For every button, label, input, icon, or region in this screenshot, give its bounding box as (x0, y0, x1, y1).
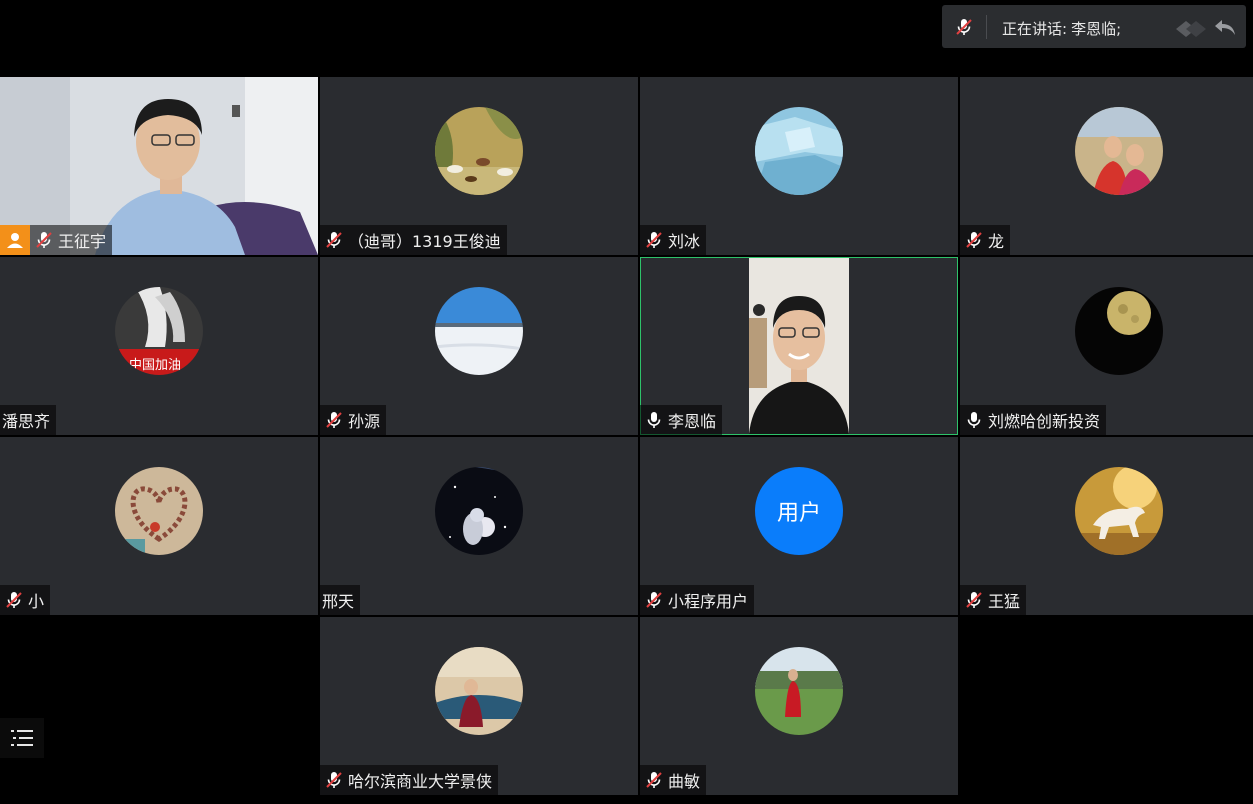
participant-tile[interactable]: 小 (0, 437, 318, 615)
participant-tile-active-speaker[interactable]: 李恩临 (640, 257, 958, 435)
participant-name-tag: 王猛 (960, 585, 1027, 615)
participant-name-tag: （迪哥）1319王俊迪 (320, 225, 507, 255)
participant-tile[interactable]: 龙 (960, 77, 1253, 255)
participant-tile[interactable]: 刘燃哈创新投资 (960, 257, 1253, 435)
participant-name-tag: 曲敏 (640, 765, 707, 795)
participant-name: 王征宇 (58, 232, 107, 251)
participant-name-tag: 潘思齐 (0, 405, 57, 435)
list-icon (11, 730, 33, 746)
participant-name: 曲敏 (668, 772, 701, 791)
participant-avatar (1075, 467, 1163, 555)
participant-tile[interactable]: 曲敏 (640, 617, 958, 795)
mic-on-icon (644, 410, 664, 430)
mic-muted-icon (4, 590, 24, 610)
speaking-text: 正在讲话: 李恩临; (998, 18, 1121, 39)
participant-name-tag: 刘燃哈创新投资 (960, 405, 1107, 435)
participant-name-tag: 邢天 (320, 585, 361, 615)
participant-avatar (435, 287, 523, 375)
member-list-button[interactable] (0, 718, 44, 758)
speaking-indicator-bar: 正在讲话: 李恩临; (942, 5, 1246, 48)
participant-name: 小程序用户 (668, 592, 749, 611)
participant-tile[interactable]: 用户 小程序用户 (640, 437, 958, 615)
return-arrow-icon[interactable] (1212, 17, 1238, 37)
speaking-label: 正在讲话: (1002, 20, 1068, 38)
participant-name-tag: 小 (0, 585, 51, 615)
participant-avatar (755, 647, 843, 735)
participant-avatar (435, 107, 523, 195)
participant-name: 小 (28, 592, 45, 611)
participant-avatar (435, 647, 523, 735)
participant-avatar (1075, 107, 1163, 195)
participant-name: 王猛 (988, 592, 1021, 611)
participant-name: （迪哥）1319王俊迪 (348, 232, 501, 251)
participant-name: 刘冰 (668, 232, 701, 251)
mic-muted-icon (644, 590, 664, 610)
participant-tile[interactable]: 刘冰 (640, 77, 958, 255)
participant-name-tag: 哈尔滨商业大学景侠 (320, 765, 499, 795)
participant-tile[interactable]: 王猛 (960, 437, 1253, 615)
mic-muted-icon (324, 410, 344, 430)
participant-name: 潘思齐 (2, 412, 51, 431)
participant-tile[interactable]: 哈尔滨商业大学景侠 (320, 617, 638, 795)
participant-tile[interactable]: 孙源 (320, 257, 638, 435)
participant-avatar (755, 107, 843, 195)
participant-avatar (1075, 287, 1163, 375)
participant-tile[interactable]: 邢天 (320, 437, 638, 615)
participant-name-tag: 王征宇 (0, 225, 113, 255)
speaking-names: 李恩临; (1071, 20, 1122, 38)
participant-tile[interactable]: 中国加油 潘思齐 (0, 257, 318, 435)
divider (986, 15, 987, 39)
mic-on-icon (964, 410, 984, 430)
mic-muted-icon[interactable] (954, 17, 974, 37)
mic-muted-icon (324, 770, 344, 790)
mic-muted-icon (964, 590, 984, 610)
participant-avatar: 中国加油 (115, 287, 203, 375)
mic-muted-icon (644, 230, 664, 250)
participant-tile[interactable]: （迪哥）1319王俊迪 (320, 77, 638, 255)
participant-name-tag: 小程序用户 (640, 585, 755, 615)
mic-muted-icon (34, 230, 54, 250)
participant-tile[interactable]: 王征宇 (0, 77, 318, 255)
participant-name: 龙 (988, 232, 1005, 251)
participant-name: 邢天 (322, 592, 355, 611)
app-logo-icon (1176, 21, 1206, 37)
participant-avatar: 用户 (755, 467, 843, 555)
participant-name: 刘燃哈创新投资 (988, 412, 1101, 431)
participant-avatar (435, 467, 523, 555)
participant-name: 孙源 (348, 412, 381, 431)
participant-name: 李恩临 (668, 412, 717, 431)
participant-name-tag: 刘冰 (640, 225, 707, 255)
participant-name-tag: 李恩临 (640, 405, 723, 435)
host-badge-icon (0, 225, 30, 255)
participant-avatar (115, 467, 203, 555)
svg-text:中国加油: 中国加油 (129, 358, 181, 373)
mic-muted-icon (324, 230, 344, 250)
mic-muted-icon (964, 230, 984, 250)
participant-name-tag: 孙源 (320, 405, 387, 435)
participant-video (749, 258, 849, 434)
participant-name-tag: 龙 (960, 225, 1011, 255)
participant-name: 哈尔滨商业大学景侠 (348, 772, 493, 791)
mic-muted-icon (644, 770, 664, 790)
